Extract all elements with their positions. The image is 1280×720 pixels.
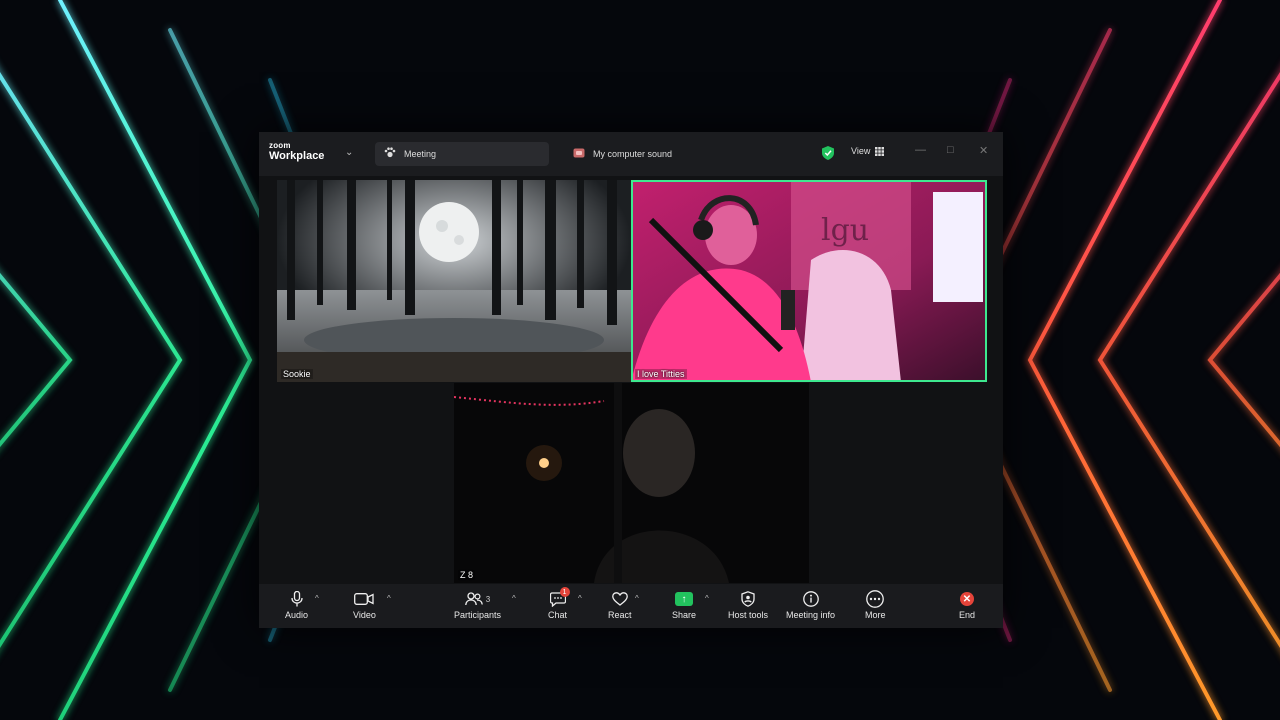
participants-options-caret-icon[interactable]: ^ [512, 594, 516, 603]
video-camera-icon [354, 590, 375, 608]
participants-label: Participants [454, 610, 502, 620]
chat-label: Chat [548, 610, 568, 620]
people-icon [464, 592, 483, 606]
zoom-meeting-window: zoom Workplace ⌄ Meeting My computer sou… [259, 132, 1003, 628]
meeting-info-label: Meeting info [786, 610, 836, 620]
title-bar: zoom Workplace ⌄ Meeting My computer sou… [259, 132, 1003, 176]
meeting-toolbar: Audio ^ Video ^ 3 Participants ^ 1 Chat … [259, 584, 1003, 628]
share-up-arrow-icon: ↑ [675, 590, 694, 608]
chat-options-caret-icon[interactable]: ^ [578, 594, 582, 603]
participants-icon-wrap: 3 [464, 590, 491, 608]
tab-computer-sound[interactable]: My computer sound [564, 142, 744, 166]
close-icon[interactable]: ✕ [979, 144, 988, 157]
close-x-icon: ✕ [960, 590, 974, 608]
view-label: View [851, 146, 871, 156]
react-button[interactable]: React [608, 590, 632, 620]
more-label: More [865, 610, 886, 620]
participants-count: 3 [485, 594, 491, 604]
svg-text:lgu: lgu [821, 213, 869, 248]
chat-button[interactable]: 1 Chat [548, 587, 570, 620]
audio-button[interactable]: Audio [285, 590, 308, 620]
grid-icon [875, 146, 885, 156]
pink-room-video: lgu [631, 180, 987, 382]
heart-icon [611, 590, 628, 608]
view-button[interactable]: View [851, 146, 885, 156]
host-tools-button[interactable]: Host tools [728, 590, 768, 620]
meeting-info-button[interactable]: Meeting info [786, 590, 835, 620]
encryption-shield-icon[interactable] [822, 146, 834, 160]
react-label: React [608, 610, 632, 620]
brand-small: zoom [269, 141, 291, 150]
chevron-down-icon[interactable]: ⌄ [345, 147, 353, 158]
share-button[interactable]: ↑ Share [672, 590, 696, 620]
end-label: End [959, 610, 976, 620]
video-options-caret-icon[interactable]: ^ [387, 594, 391, 603]
tab-meeting-label: Meeting [404, 149, 437, 159]
video-label: Video [353, 610, 376, 620]
participant-tile-1[interactable]: Sookie [277, 180, 631, 382]
share-screen-icon [572, 148, 586, 161]
video-button[interactable]: Video [353, 590, 376, 620]
shield-icon [741, 590, 755, 608]
brand-big: Workplace [269, 150, 325, 162]
chat-unread-badge: 1 [559, 587, 570, 597]
forest-moon-video [277, 180, 631, 382]
chat-bubble-icon: 1 [549, 587, 570, 608]
tab-sound-label: My computer sound [593, 149, 673, 159]
participant-name: I love Titties [635, 369, 687, 379]
audio-options-caret-icon[interactable]: ^ [315, 594, 319, 603]
participant-tile-2-active-speaker[interactable]: lgu I love Titties [631, 180, 987, 382]
end-meeting-button[interactable]: ✕ End [959, 590, 975, 620]
minimize-icon[interactable]: — [915, 144, 926, 156]
react-options-caret-icon[interactable]: ^ [635, 594, 639, 603]
participant-name: Sookie [281, 369, 313, 379]
info-icon [802, 590, 819, 608]
share-options-caret-icon[interactable]: ^ [705, 594, 709, 603]
more-button[interactable]: More [865, 590, 886, 620]
participant-tile-3[interactable]: Z 8 [454, 383, 809, 583]
ellipsis-icon [866, 590, 885, 608]
dark-room-video [454, 383, 809, 583]
microphone-icon [290, 590, 303, 608]
maximize-icon[interactable]: □ [947, 144, 954, 156]
paw-icon [383, 147, 397, 161]
participant-name: Z 8 [458, 570, 476, 580]
audio-label: Audio [285, 610, 309, 620]
tab-meeting[interactable]: Meeting [375, 142, 549, 166]
participants-button[interactable]: 3 Participants [454, 590, 501, 620]
host-tools-label: Host tools [728, 610, 769, 620]
zoom-workplace-logo[interactable]: zoom Workplace [269, 142, 324, 162]
share-label: Share [672, 610, 697, 620]
